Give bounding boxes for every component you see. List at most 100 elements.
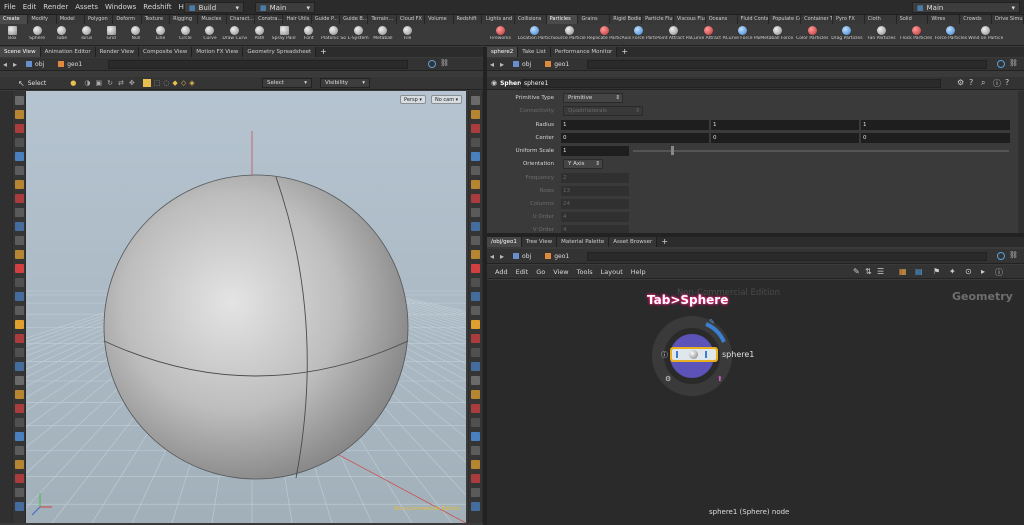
viewport-tool-button[interactable] [471, 222, 480, 231]
menu-layout[interactable]: Layout [601, 268, 623, 276]
shelf-tab-deform[interactable]: Deform [113, 15, 142, 24]
shelf-tool-axis-force-particles[interactable]: Axis Force Particles [622, 24, 656, 45]
menu-windows[interactable]: Windows [105, 3, 136, 11]
tab-motion-fx-view[interactable]: Motion FX View [192, 47, 244, 57]
forward-arrow-icon[interactable]: ▸ [500, 252, 504, 261]
tab-material-palette[interactable]: Material Palette [557, 237, 610, 247]
network-options-icon[interactable]: ▸ [981, 267, 985, 276]
shelf-tool-draw-curve[interactable]: Draw Curve [222, 24, 247, 45]
link-icon[interactable]: ⛓ [1009, 251, 1018, 259]
viewport-tool-button[interactable] [14, 152, 24, 161]
shelf-tab-cloud-fx[interactable]: Cloud FX [396, 15, 426, 24]
shelf-tab-create[interactable]: Create [0, 15, 29, 24]
shelf-tool-flock-particles[interactable]: Flock Particles [899, 24, 934, 45]
shelf-tool-line[interactable]: Line [148, 24, 173, 45]
info-icon[interactable]: ⓘ [995, 267, 1003, 278]
sphere-geometry[interactable] [103, 174, 409, 480]
parameter-help-icon[interactable]: ? [1005, 78, 1009, 87]
desktop-build-dropdown[interactable]: ▦ Build ▾ [184, 2, 244, 13]
forward-arrow-icon[interactable]: ▸ [13, 60, 17, 69]
shelf-tab-guide-b[interactable]: Guide B... [340, 15, 369, 24]
viewport-tool-button[interactable] [471, 236, 480, 245]
shelf-tab-modify[interactable]: Modify [28, 15, 57, 24]
shelf-tool-force-particles[interactable]: Force Particles [934, 24, 969, 45]
primitive-type-menu[interactable]: Primitive ⇕ [563, 93, 623, 103]
image-icon[interactable]: ▤ [915, 267, 923, 276]
add-tab-icon[interactable]: + [617, 47, 632, 57]
center-x-field[interactable]: 0 [561, 133, 709, 143]
tab-geometry-spreadsheet[interactable]: Geometry Spreadsheet [243, 47, 317, 57]
tab-take-list[interactable]: Take List [518, 47, 551, 57]
shelf-tab-populate-con[interactable]: Populate Con... [769, 15, 802, 24]
viewport-tool-button[interactable] [14, 404, 24, 413]
viewport-tool-button[interactable] [14, 418, 24, 427]
snap-icon[interactable]: ✥ [129, 79, 135, 87]
menu-help[interactable]: Help [631, 268, 646, 276]
shelf-tool-torus[interactable]: Torus [74, 24, 99, 45]
shelf-tool-source-particle-emi[interactable]: Source Particle Emi... [552, 24, 587, 45]
connectivity-menu[interactable]: Quadrilaterals ⇕ [563, 106, 643, 116]
display-ring-icon[interactable]: ✎ [709, 318, 715, 326]
pin-icon[interactable] [997, 60, 1005, 68]
shelf-tab-particles[interactable]: Particles [546, 15, 579, 24]
sphere-tool-icon[interactable]: ● [70, 79, 76, 87]
viewport-tool-button[interactable] [14, 96, 24, 105]
forward-arrow-icon[interactable]: ▸ [500, 60, 504, 69]
menu-file[interactable]: File [4, 3, 16, 11]
radius-y-field[interactable]: 1 [711, 120, 859, 130]
shelf-tab-polygon[interactable]: Polygon [85, 15, 114, 24]
shelf-tab-model[interactable]: Model [56, 15, 86, 24]
camera-dropdown[interactable]: No cam ▾ [431, 95, 463, 104]
shelf-tab-rigid-bodies[interactable]: Rigid Bodies [610, 15, 643, 24]
viewport-tool-button[interactable] [471, 292, 480, 301]
shelf-tab-drive-simul[interactable]: Drive Simul... [992, 15, 1024, 24]
viewport-tool-button[interactable] [471, 194, 480, 203]
tumble-icon[interactable]: ↻ [107, 79, 113, 87]
viewport-tool-button[interactable] [14, 320, 24, 329]
tab-obj-geo1[interactable]: /obj/geo1 [487, 237, 522, 247]
shelf-tab-crowds[interactable]: Crowds [960, 15, 992, 24]
layout-icon[interactable]: ⇅ [865, 267, 872, 276]
params-scrollbar[interactable] [1018, 91, 1024, 233]
viewport-tool-button[interactable] [14, 110, 24, 119]
shelf-tab-texture[interactable]: Texture [141, 15, 171, 24]
shelf-tool-fan-particles[interactable]: Fan Particles [864, 24, 899, 45]
shelf-tab-charact[interactable]: Charact... [226, 15, 256, 24]
shelf-tab-hair-utils[interactable]: Hair Utils [283, 15, 312, 24]
badge-icon[interactable]: ✦ [949, 267, 956, 276]
viewport-tool-button[interactable] [471, 418, 480, 427]
path-geo1[interactable]: geo1 [545, 61, 569, 68]
shelf-tool-tube[interactable]: Tube [49, 24, 74, 45]
shading-icon[interactable]: ◑ [84, 79, 90, 87]
help-icon[interactable]: ? [969, 78, 973, 87]
select-edges-icon[interactable]: ⬚ [154, 79, 161, 87]
shelf-tab-viscous-fluids[interactable]: Viscous Fluids [673, 15, 706, 24]
shelf-tool-drag-particles[interactable]: Drag Particles [830, 24, 865, 45]
viewport-tool-button[interactable] [471, 404, 480, 413]
shelf-tool-spray-paint[interactable]: Spray Paint [272, 24, 296, 45]
list-icon[interactable]: ☰ [877, 267, 884, 276]
desktop-main-dropdown[interactable]: ▦ Main ▾ [255, 2, 315, 13]
viewport-tool-button[interactable] [14, 306, 24, 315]
shelf-tool-platonic-solids[interactable]: Platonic Solids [321, 24, 346, 45]
slider-handle[interactable] [670, 146, 674, 155]
tab-tree-view[interactable]: Tree View [521, 237, 558, 247]
shelf-tab-guide-p[interactable]: Guide P... [311, 15, 341, 24]
viewport-tool-button[interactable] [471, 250, 480, 259]
shelf-tool-curve[interactable]: Curve [198, 24, 223, 45]
path-field[interactable] [108, 59, 408, 69]
u-order-field[interactable]: 4 [561, 212, 629, 222]
radius-x-field[interactable]: 1 [561, 120, 709, 130]
menu-go[interactable]: Go [536, 268, 545, 276]
shelf-tool-null[interactable]: Null [124, 24, 149, 45]
select-vertices-icon[interactable]: ◈ [189, 79, 194, 87]
viewport-tool-button[interactable] [471, 180, 480, 189]
rows-field[interactable]: 13 [561, 186, 629, 196]
menu-edit[interactable]: Edit [23, 3, 37, 11]
center-z-field[interactable]: 0 [861, 133, 1010, 143]
viewport-tool-button[interactable] [471, 264, 480, 273]
path-field[interactable] [587, 251, 987, 261]
viewport-tool-button[interactable] [471, 110, 480, 119]
network-editor[interactable]: Non-Commercial Edition Geometry Tab>Sphe… [487, 280, 1024, 525]
viewport-tool-button[interactable] [14, 236, 24, 245]
